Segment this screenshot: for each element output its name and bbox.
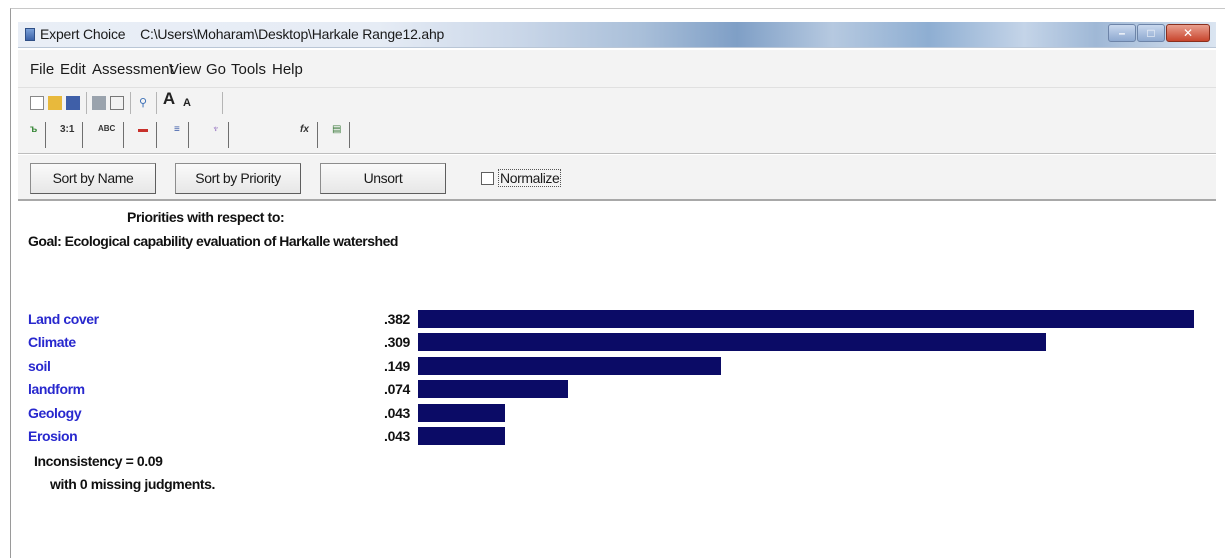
priority-bar	[418, 310, 1194, 328]
priorities-heading: Priorities with respect to:	[127, 209, 285, 225]
criterion-label[interactable]: Land cover	[28, 311, 99, 327]
toolbar-separator	[86, 92, 87, 114]
menu-go[interactable]: Go	[206, 61, 226, 78]
normalize-toggle[interactable]: Normalize	[481, 169, 562, 187]
menu-bar: File Edit Assessment View Go Tools Help	[18, 50, 1216, 88]
criterion-label[interactable]: Geology	[28, 405, 82, 421]
open-folder-icon[interactable]	[48, 96, 62, 110]
new-file-icon[interactable]	[30, 96, 44, 110]
save-icon[interactable]	[66, 96, 80, 110]
font-decrease-icon[interactable]: A	[180, 96, 194, 110]
sort-bar: Sort by Name Sort by Priority Unsort Nor…	[18, 155, 1216, 201]
priority-value: .043	[384, 404, 411, 421]
goal-text: Goal: Ecological capability evaluation o…	[28, 233, 398, 249]
normalize-checkbox[interactable]	[481, 171, 494, 185]
priority-value: .074	[384, 381, 411, 398]
priority-value: .149	[384, 357, 411, 374]
unsort-button[interactable]: Unsort	[320, 163, 446, 194]
tab-formula-icon[interactable]: fx	[294, 122, 318, 148]
print-preview-icon[interactable]	[110, 96, 124, 110]
menu-tools[interactable]: Tools	[231, 61, 266, 78]
app-icon	[25, 28, 35, 41]
toolbar-separator	[156, 92, 157, 114]
window-controls: – □ ✕	[1107, 24, 1210, 44]
menu-file[interactable]: File	[30, 61, 54, 78]
priority-bar	[418, 356, 721, 375]
priority-bar	[418, 380, 568, 399]
mode-toolbar: ъ 3:1 ABC ▬ ≡ ♆ fx ▤	[18, 118, 1216, 154]
tab-sheet-icon[interactable]: ▤	[326, 122, 351, 148]
tab-priority-icon[interactable]: ▬	[132, 122, 157, 148]
menu-edit[interactable]: Edit	[60, 61, 86, 78]
toolbar-separator	[222, 92, 223, 114]
tab-combine-icon[interactable]: ♆	[206, 122, 229, 148]
normalize-label: Normalize	[498, 169, 562, 187]
menu-assessment[interactable]: Assessment	[92, 61, 174, 78]
tab-sort-icon[interactable]: ≡	[168, 122, 189, 148]
priority-value: .309	[384, 334, 411, 351]
print-icon[interactable]	[92, 96, 106, 110]
close-button[interactable]: ✕	[1166, 24, 1210, 42]
menu-help[interactable]: Help	[272, 61, 303, 78]
font-increase-icon[interactable]: A	[162, 90, 176, 107]
title-bar: Expert Choice C:\Users\Moharam\Desktop\H…	[18, 22, 1216, 48]
priority-value: .382	[384, 311, 411, 327]
minimize-button[interactable]: –	[1108, 24, 1136, 42]
priority-bar	[418, 333, 1046, 352]
inconsistency-text: Inconsistency = 0.09	[34, 453, 163, 469]
criterion-label[interactable]: Erosion	[28, 428, 78, 444]
missing-judgments-text: with 0 missing judgments.	[50, 476, 216, 492]
priority-bar	[418, 403, 505, 422]
criterion-label[interactable]: landform	[28, 381, 85, 397]
criterion-label[interactable]: Climate	[28, 334, 76, 350]
maximize-button[interactable]: □	[1137, 24, 1165, 42]
priority-bar	[418, 427, 505, 445]
tab-tree-icon[interactable]: ъ	[24, 122, 47, 148]
sort-by-priority-button[interactable]: Sort by Priority	[175, 163, 301, 194]
criterion-label[interactable]: soil	[28, 358, 51, 374]
main-toolbar: ⚲ A A	[18, 88, 1216, 118]
priorities-pane: Priorities with respect to: Goal: Ecolog…	[18, 203, 1216, 548]
tab-abc[interactable]: ABC	[92, 122, 125, 148]
sort-by-name-button[interactable]: Sort by Name	[30, 163, 156, 194]
menu-view[interactable]: View	[169, 61, 201, 78]
toolbar-separator	[130, 92, 131, 114]
priority-value: .043	[384, 428, 411, 444]
tree-icon[interactable]: ⚲	[136, 96, 150, 110]
tab-pairwise[interactable]: 3:1	[54, 122, 84, 148]
window-title: Expert Choice C:\Users\Moharam\Desktop\H…	[40, 26, 445, 42]
